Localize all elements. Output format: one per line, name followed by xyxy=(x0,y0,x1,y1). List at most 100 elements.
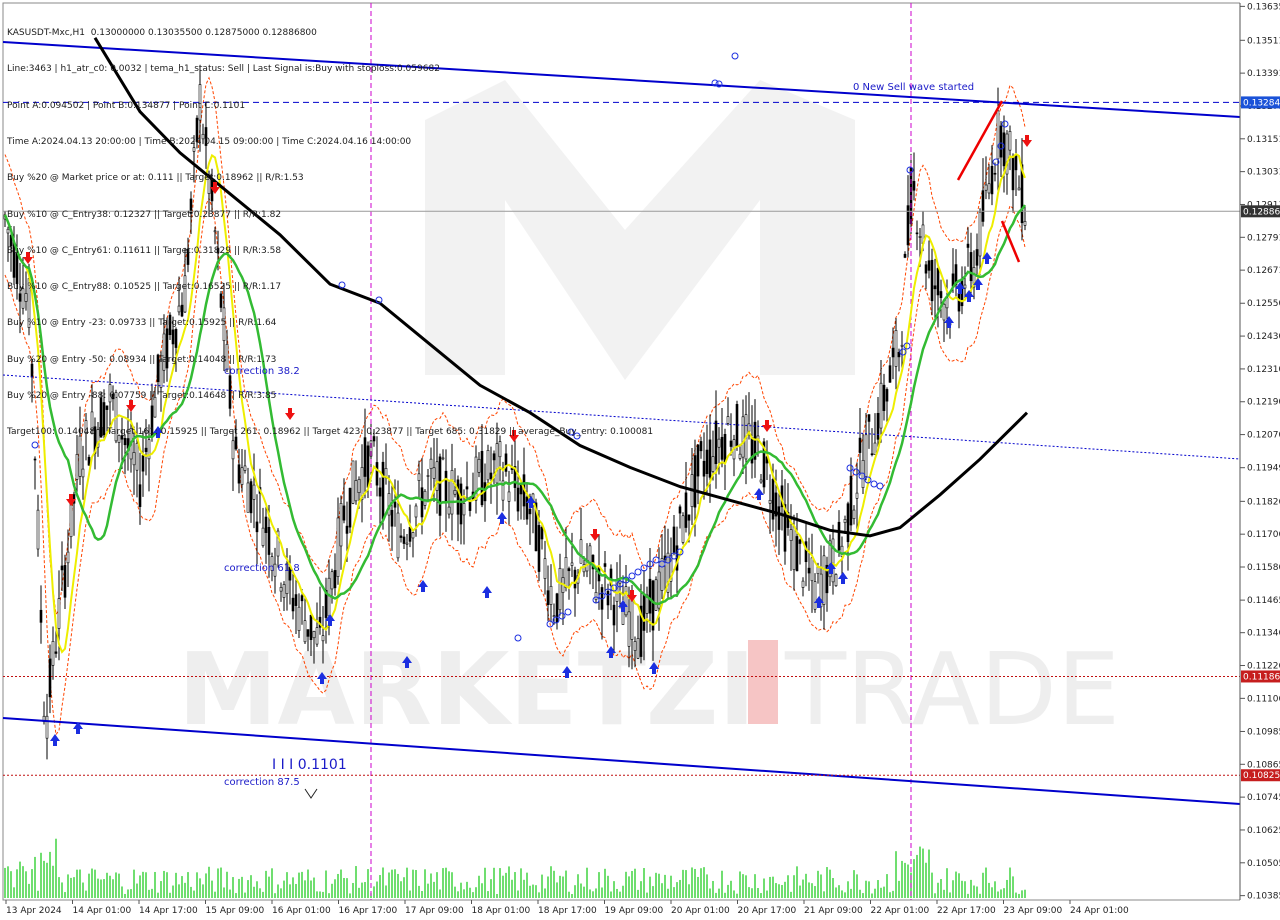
candle-body xyxy=(567,568,571,572)
candle-body xyxy=(492,453,496,461)
candle-body xyxy=(918,236,922,238)
candle-body xyxy=(987,183,991,194)
candle-body xyxy=(348,487,352,528)
candle-body xyxy=(552,615,556,617)
y-tick-label: 0.12310 xyxy=(1247,365,1280,375)
candle-body xyxy=(264,516,268,533)
candle-body xyxy=(693,455,697,508)
y-tick-label: 0.13031 xyxy=(1247,168,1280,178)
candle-body xyxy=(741,416,745,458)
info-line-entry-61: Buy %10 @ C_Entry61: 0.11611 || Target:0… xyxy=(7,245,282,256)
candle-body xyxy=(417,473,421,481)
candle-body xyxy=(339,503,343,547)
candle-body xyxy=(330,571,334,590)
candle-body xyxy=(654,579,658,611)
candle-body xyxy=(627,611,631,647)
candle-body xyxy=(813,581,817,610)
price-tag-label: 0.12886 xyxy=(1243,207,1280,217)
candle-body xyxy=(312,631,316,639)
candle-body xyxy=(903,253,907,258)
x-tick-label: 20 Apr 01:00 xyxy=(671,906,730,916)
candle-body xyxy=(45,715,49,739)
candle-body xyxy=(303,620,307,643)
candle-body xyxy=(378,487,382,497)
candle-body xyxy=(1014,154,1018,171)
candle-body xyxy=(138,484,142,507)
candle-body xyxy=(414,505,418,518)
y-tick-label: 0.10985 xyxy=(1247,727,1280,737)
y-tick-label: 0.10745 xyxy=(1247,793,1280,803)
info-line-entry-23: Buy %10 @ Entry -23: 0.09733 || Target:0… xyxy=(7,318,277,329)
candle-body xyxy=(537,525,541,572)
x-tick-label: 18 Apr 01:00 xyxy=(472,906,531,916)
candle-body xyxy=(804,541,808,563)
candle-body xyxy=(930,259,934,302)
candle-body xyxy=(648,578,652,614)
candle-body xyxy=(678,506,682,514)
candle-body xyxy=(660,558,664,591)
candle-body xyxy=(939,291,943,298)
candle-body xyxy=(573,569,577,589)
y-tick-label: 0.13635 xyxy=(1247,2,1280,12)
candle-body xyxy=(315,627,319,645)
candle-body xyxy=(333,570,337,589)
x-tick-label: 16 Apr 01:00 xyxy=(272,906,331,916)
candle-body xyxy=(822,555,826,605)
candle-body xyxy=(540,527,544,540)
candle-body xyxy=(768,500,772,504)
candle-body xyxy=(993,172,997,175)
candle-body xyxy=(447,506,451,515)
y-tick-label: 0.10505 xyxy=(1247,859,1280,869)
candle-body xyxy=(396,512,400,559)
candle-body xyxy=(408,526,412,542)
correction-61-label: correction 61.8 xyxy=(224,563,300,574)
candle-body xyxy=(876,412,880,440)
candle-body xyxy=(423,490,427,506)
candle-body xyxy=(789,529,793,541)
y-tick-label: 0.13391 xyxy=(1247,69,1280,79)
candle-body xyxy=(852,509,856,519)
candle-body xyxy=(633,641,637,651)
candle-body xyxy=(381,461,385,520)
candle-body xyxy=(36,509,40,550)
candle-body xyxy=(864,434,868,477)
candle-body xyxy=(87,456,91,466)
x-tick-label: 18 Apr 17:00 xyxy=(538,906,597,916)
candle-body xyxy=(1017,187,1021,191)
candle-body xyxy=(651,580,655,631)
candle-body xyxy=(702,460,706,477)
y-tick-label: 0.13511 xyxy=(1247,36,1280,46)
info-line-entry-market: Buy %20 @ Market price or at: 0.111 || T… xyxy=(7,173,304,184)
candle-body xyxy=(642,593,646,631)
candle-body xyxy=(327,577,331,617)
candle-body xyxy=(981,190,985,222)
x-tick-label: 16 Apr 17:00 xyxy=(339,906,398,916)
candle-body xyxy=(912,181,916,191)
candle-body xyxy=(711,456,715,472)
candle-body xyxy=(843,519,847,523)
candle-body xyxy=(708,439,712,478)
candle-body xyxy=(855,492,859,499)
candle-body xyxy=(1023,221,1027,226)
y-tick-label: 0.11106 xyxy=(1247,694,1280,704)
candle-body xyxy=(345,525,349,534)
candle-body xyxy=(525,496,529,520)
candle-body xyxy=(141,455,145,472)
candle-body xyxy=(291,597,295,612)
candle-body xyxy=(729,440,733,447)
candle-body xyxy=(426,475,430,477)
candle-body xyxy=(1011,157,1015,191)
candle-body xyxy=(465,486,469,490)
candle-body xyxy=(687,514,691,521)
candle-body xyxy=(306,629,310,637)
candle-body xyxy=(399,535,403,538)
candle-body xyxy=(1008,131,1012,151)
candle-body xyxy=(603,563,607,567)
candle-body xyxy=(579,539,583,564)
candle-body xyxy=(516,487,520,512)
candle-body xyxy=(801,580,805,588)
y-tick-label: 0.11826 xyxy=(1247,497,1280,507)
candle-body xyxy=(927,260,931,271)
info-line-entry-38: Buy %10 @ C_Entry38: 0.12327 || Target:0… xyxy=(7,209,282,220)
candle-body xyxy=(888,365,892,383)
